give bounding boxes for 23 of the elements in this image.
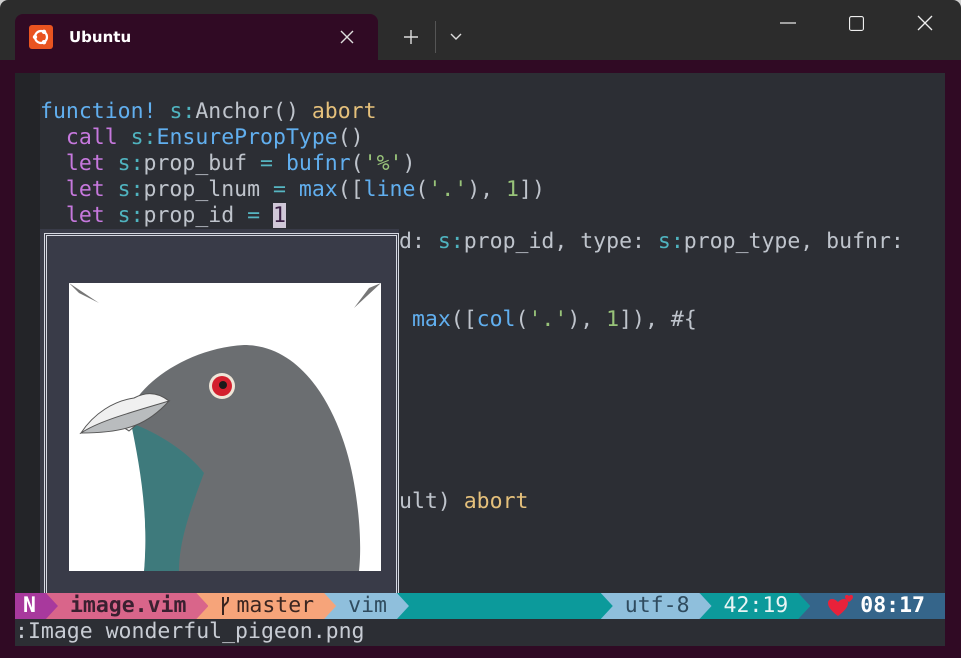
- minimize-icon[interactable]: [780, 22, 796, 24]
- code-line: ult) abort: [399, 489, 530, 515]
- code-line: function! s:Anchor() abort: [40, 99, 378, 125]
- code-line: d: s:prop_id, type: s:prop_type, bufnr:: [399, 229, 905, 255]
- clock-segment: 08:17: [798, 593, 945, 619]
- close-tab-icon[interactable]: [340, 30, 354, 44]
- command-line: :Image wonderful_pigeon.png: [15, 619, 366, 645]
- hearts-icon: [828, 594, 854, 618]
- code-line: let s:prop_buf = bufnr('%'): [64, 151, 416, 177]
- code-line: max([col('.'), 1]), #{: [410, 307, 698, 333]
- code-line: call s:EnsurePropType(): [64, 125, 365, 151]
- close-icon[interactable]: [917, 15, 933, 31]
- tab-title: Ubuntu: [69, 28, 132, 46]
- ubuntu-logo-icon: [29, 25, 53, 49]
- file-segment: image.vim: [46, 593, 208, 619]
- maximize-icon[interactable]: [849, 16, 864, 30]
- git-branch-segment: master: [196, 593, 336, 619]
- dropdown-chevron-icon[interactable]: [450, 33, 462, 41]
- new-tab-icon[interactable]: [403, 29, 419, 45]
- terminal-tab[interactable]: Ubuntu: [15, 14, 378, 60]
- code-line: let s:prop_lnum = max([line('.'), 1]): [64, 177, 546, 203]
- code-line: let s:prop_id = 1: [64, 203, 287, 229]
- branch-icon: [220, 596, 230, 616]
